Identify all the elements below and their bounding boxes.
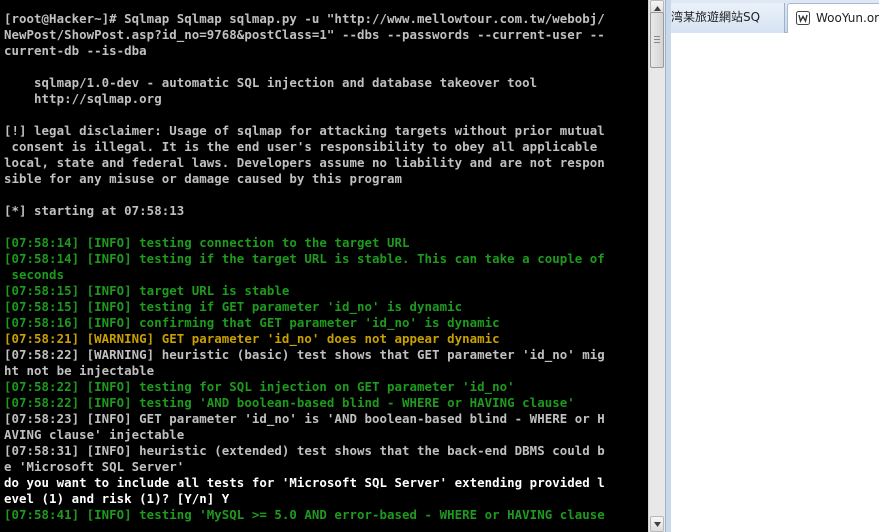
browser-window: 湾某旅遊網站SQ WooYun.or bbox=[671, 0, 879, 532]
console-line: [07:58:14] [INFO] testing connection to … bbox=[4, 235, 410, 250]
console-line: [07:58:23] [INFO] GET parameter 'id_no' … bbox=[4, 411, 605, 426]
console-line: [07:58:22] [INFO] testing 'AND boolean-b… bbox=[4, 395, 575, 410]
arrow-down-icon bbox=[654, 522, 661, 527]
console-output: [root@Hacker~]# Sqlmap Sqlmap sqlmap.py … bbox=[4, 11, 644, 523]
console-line: http://sqlmap.org bbox=[4, 91, 162, 106]
console-line: ht not be injectable bbox=[4, 363, 155, 378]
wooyun-icon bbox=[796, 11, 810, 25]
console-line: [07:58:15] [INFO] testing if GET paramet… bbox=[4, 299, 463, 314]
scroll-thumb[interactable] bbox=[650, 12, 664, 68]
console-line: [!] legal disclaimer: Usage of sqlmap fo… bbox=[4, 123, 605, 138]
console-line: do you want to include all tests for 'Mi… bbox=[4, 475, 605, 490]
console-line: NewPost/ShowPost.asp?id_no=9768&postClas… bbox=[4, 27, 605, 42]
console-line: [07:58:22] [INFO] testing for SQL inject… bbox=[4, 379, 515, 394]
screen: [root@Hacker~]# Sqlmap Sqlmap sqlmap.py … bbox=[0, 0, 879, 532]
browser-tab-sql-article[interactable]: 湾某旅遊網站SQ bbox=[671, 3, 785, 33]
console-line: [07:58:15] [INFO] target URL is stable bbox=[4, 283, 290, 298]
console-line: [07:58:22] [WARNING] heuristic (basic) t… bbox=[4, 347, 605, 362]
console-line: [07:58:21] [WARNING] GET parameter 'id_n… bbox=[4, 331, 500, 346]
console-line: AVING clause' injectable bbox=[4, 427, 185, 442]
console-line: [07:58:41] [INFO] testing 'MySQL >= 5.0 … bbox=[4, 507, 605, 522]
console-scrollbar[interactable] bbox=[648, 0, 665, 532]
console-line: evel (1) and risk (1)? [Y/n] Y bbox=[4, 491, 230, 506]
console-line: current-db --is-dba bbox=[4, 43, 147, 58]
console-line: [07:58:16] [INFO] confirming that GET pa… bbox=[4, 315, 500, 330]
browser-tabstrip: 湾某旅遊網站SQ WooYun.or bbox=[671, 0, 879, 33]
console-line: [*] starting at 07:58:13 bbox=[4, 203, 185, 218]
tab-label: 湾某旅遊網站SQ bbox=[671, 10, 761, 24]
console-line: [root@Hacker~]# Sqlmap Sqlmap sqlmap.py … bbox=[4, 11, 605, 26]
console-line: consent is illegal. It is the end user's… bbox=[4, 139, 598, 154]
console-line: [07:58:14] [INFO] testing if the target … bbox=[4, 251, 605, 266]
console-line: [07:58:31] [INFO] heuristic (extended) t… bbox=[4, 443, 605, 458]
tab-label: WooYun.or bbox=[816, 11, 879, 25]
console-line: seconds bbox=[4, 267, 65, 282]
console-line: e 'Microsoft SQL Server' bbox=[4, 459, 185, 474]
console-line: sqlmap/1.0-dev - automatic SQL injection… bbox=[4, 75, 538, 90]
arrow-up-icon bbox=[654, 6, 661, 11]
console-line: local, state and federal laws. Developer… bbox=[4, 155, 605, 170]
console-window[interactable]: [root@Hacker~]# Sqlmap Sqlmap sqlmap.py … bbox=[0, 0, 648, 532]
browser-tab-wooyun[interactable]: WooYun.or bbox=[787, 3, 879, 33]
console-line: sible for any misuse or damage caused by… bbox=[4, 171, 403, 186]
scroll-down-button[interactable] bbox=[650, 516, 664, 532]
